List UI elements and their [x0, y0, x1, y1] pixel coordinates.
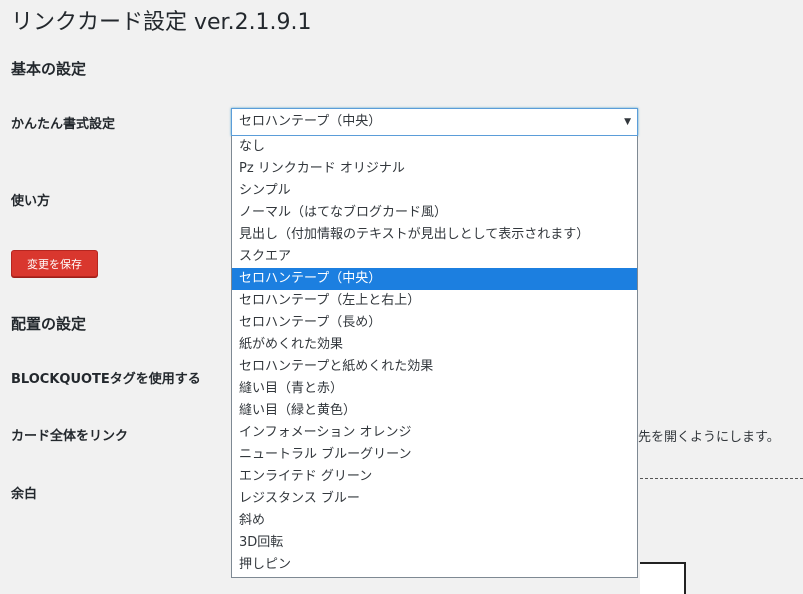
margin-preview-box [640, 562, 686, 594]
dropdown-option[interactable]: 縫い目（緑と黄色） [232, 400, 637, 422]
preview-dashed-border [640, 478, 803, 479]
dropdown-option[interactable]: なし [232, 136, 637, 158]
dropdown-option[interactable]: セロハンテープと紙めくれた効果 [232, 356, 637, 378]
dropdown-option[interactable]: ノーマル（はてなブログカード風） [232, 202, 637, 224]
dropdown-option[interactable]: 斜め [232, 510, 637, 532]
label-margin: 余白 [11, 487, 38, 502]
dropdown-option[interactable]: スクエア [232, 246, 637, 268]
easy-format-dropdown-list[interactable]: なし Pz リンクカード オリジナル シンプル ノーマル（はてなブログカード風） 見出し… [231, 136, 638, 578]
save-button[interactable]: 変更を保存 [11, 250, 98, 277]
dropdown-option[interactable]: インフォメーション オレンジ [232, 422, 637, 444]
easy-format-select[interactable]: セロハンテープ（中央） ▼ [231, 108, 638, 136]
dropdown-option[interactable]: レジスタンス ブルー [232, 488, 637, 510]
link-description-text: 先を開くようにします。 [638, 430, 780, 445]
dropdown-option[interactable]: Pz リンクカード オリジナル [232, 158, 637, 180]
dropdown-option[interactable]: エンライテド グリーン [232, 466, 637, 488]
page-title: リンクカード設定 ver.2.1.9.1 [11, 10, 312, 35]
dropdown-option[interactable]: シンプル [232, 180, 637, 202]
label-easy-format: かんたん書式設定 [11, 117, 116, 132]
label-link-whole-card: カード全体をリンク [11, 429, 129, 444]
section-title-placement: 配置の設定 [11, 315, 87, 333]
dropdown-option[interactable]: 押しピン [232, 554, 637, 576]
dropdown-option[interactable]: セロハンテープ（左上と右上） [232, 290, 637, 312]
select-value: セロハンテープ（中央） [239, 114, 382, 129]
dropdown-option[interactable]: 見出し（付加情報のテキストが見出しとして表示されます） [232, 224, 637, 246]
dropdown-option[interactable]: 3D回転 [232, 532, 637, 554]
dropdown-option[interactable]: ニュートラル ブルーグリーン [232, 444, 637, 466]
section-title-basic: 基本の設定 [11, 60, 87, 78]
label-usage: 使い方 [11, 194, 51, 209]
dropdown-option[interactable]: 紙がめくれた効果 [232, 334, 637, 356]
chevron-down-icon: ▼ [624, 117, 631, 127]
label-blockquote: BLOCKQUOTEタグを使用する [11, 372, 201, 387]
dropdown-option[interactable]: セロハンテープ（長め） [232, 312, 637, 334]
dropdown-option[interactable]: 縫い目（青と赤） [232, 378, 637, 400]
dropdown-option[interactable]: セロハンテープ（中央） [232, 268, 637, 290]
